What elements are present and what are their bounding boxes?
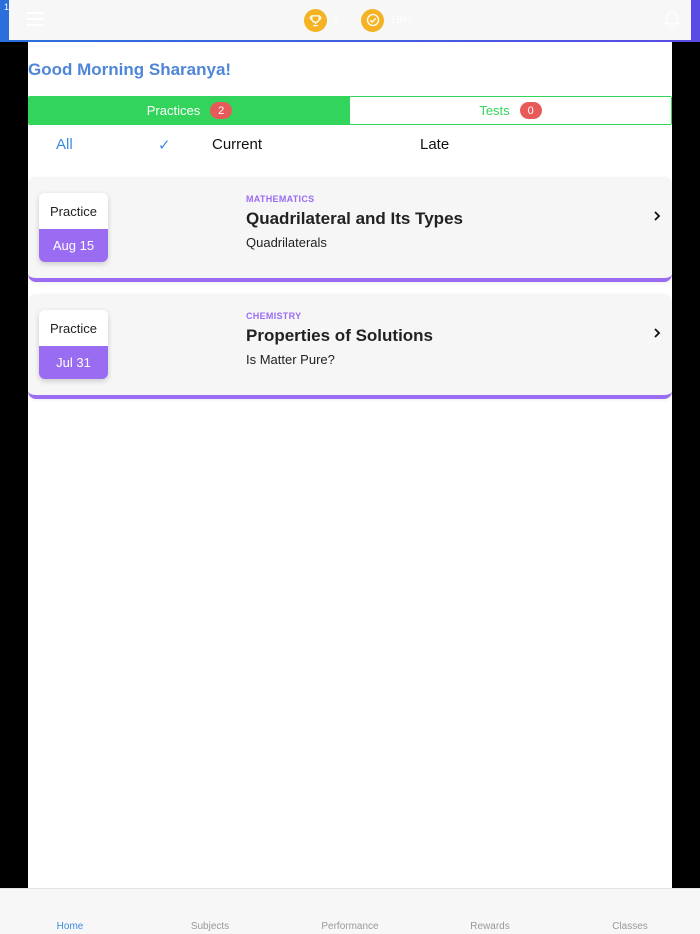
- nav-subjects[interactable]: Subjects: [160, 921, 260, 932]
- card-subject: MATHEMATICS: [246, 194, 315, 204]
- hamburger-icon[interactable]: [26, 12, 44, 26]
- card-subject: CHEMISTRY: [246, 311, 302, 321]
- check-circle-icon: [361, 8, 384, 32]
- practices-count-badge: 2: [210, 102, 233, 119]
- progress-value: 18%: [390, 14, 413, 26]
- chip-type-label: Practice: [39, 193, 108, 229]
- chevron-right-icon[interactable]: [652, 326, 662, 340]
- tests-count-badge: 0: [519, 102, 542, 119]
- assignment-card[interactable]: Practice Jul 31 CHEMISTRY Properties of …: [28, 294, 672, 399]
- chip-due-date: Aug 15: [39, 229, 108, 262]
- date-chip: Practice Jul 31: [39, 310, 108, 379]
- filter-current[interactable]: Current: [212, 136, 262, 153]
- bottom-nav: Home Subjects Performance Rewards Classe…: [0, 888, 700, 934]
- card-title: Quadrilateral and Its Types: [246, 209, 463, 228]
- chip-type-label: Practice: [39, 310, 108, 346]
- card-title: Properties of Solutions: [246, 326, 434, 345]
- chip-due-date: Jul 31: [39, 346, 108, 379]
- trophy-icon: [304, 8, 327, 32]
- trophy-stat[interactable]: 8: [304, 8, 339, 32]
- trophy-value: 8: [333, 14, 340, 26]
- bell-icon[interactable]: [662, 9, 682, 29]
- greeting-title: Good Morning Sharanya!: [28, 60, 232, 79]
- main-content: Good Morning Sharanya! Practices 2 Tests…: [28, 42, 672, 888]
- assignment-tabs: Practices 2 Tests 0: [28, 96, 672, 125]
- top-bar-inner: [9, 0, 691, 40]
- progress-stat[interactable]: 18%: [361, 8, 412, 32]
- nav-classes[interactable]: Classes: [580, 921, 680, 932]
- tab-practices-label: Practices: [146, 103, 201, 118]
- assignment-card[interactable]: Practice Aug 15 MATHEMATICS Quadrilatera…: [28, 177, 672, 282]
- filter-all[interactable]: All: [56, 136, 73, 153]
- filter-bar: All ✓ Current Late: [28, 136, 672, 158]
- filter-late[interactable]: Late: [420, 136, 449, 153]
- tab-tests[interactable]: Tests 0: [350, 97, 671, 124]
- nav-rewards[interactable]: Rewards: [440, 921, 540, 932]
- nav-home[interactable]: Home: [20, 921, 120, 932]
- top-bar: 1 8 18%: [0, 0, 700, 42]
- chevron-right-icon[interactable]: [652, 209, 662, 223]
- checkmark-icon: ✓: [158, 137, 171, 154]
- card-topic: Quadrilaterals: [246, 235, 327, 250]
- date-chip: Practice Aug 15: [39, 193, 108, 262]
- card-topic: Is Matter Pure?: [246, 352, 335, 367]
- nav-performance[interactable]: Performance: [300, 921, 400, 932]
- tab-practices[interactable]: Practices 2: [29, 97, 350, 124]
- tab-tests-label: Tests: [479, 103, 510, 118]
